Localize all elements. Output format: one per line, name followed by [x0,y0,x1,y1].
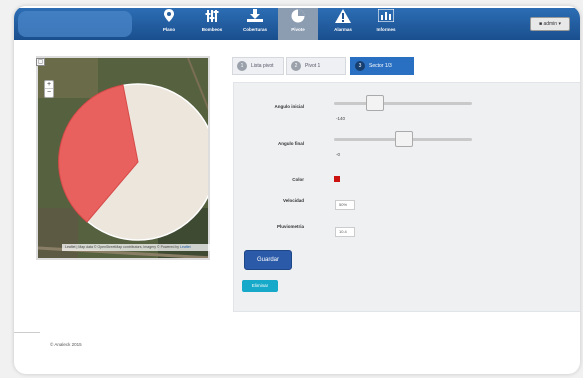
rain-input[interactable]: 10.4 [335,227,355,237]
layers-icon[interactable]: ▢ [36,58,45,66]
user-icon: ■ [539,21,543,27]
nav-item-informes[interactable]: Informes [366,8,406,40]
caret-down-icon: ▾ [558,21,561,27]
angle-start-slider[interactable] [334,102,472,105]
pivot-map-svg [38,58,208,258]
zoom-out-button[interactable]: − [45,89,53,97]
color-label: Color [292,177,304,182]
step-label: Sector 1/3 [369,63,392,69]
zoom-in-button[interactable]: + [45,81,53,89]
satellite-map[interactable] [36,56,210,260]
step-label: Lista pivot [251,63,274,69]
nav-item-alarmas[interactable]: Alarmas [323,8,363,40]
speed-input[interactable]: 50% [335,200,355,210]
user-menu-button[interactable]: ■ admin ▾ [530,17,570,31]
speed-label: Velocidad [282,198,304,203]
angle-start-handle[interactable] [365,95,384,111]
nav-label: Alarmas [334,27,352,32]
color-picker-swatch[interactable] [334,176,340,182]
save-button[interactable]: Guardar [244,250,292,270]
nav-label: Pivote [291,27,305,32]
angle-start-label: Angulo inicial [274,104,304,109]
map-attribution: Leaflet | Map data © OpenStreetMap contr… [62,244,210,251]
user-menu-label: admin [543,21,558,27]
step-lista-pivot[interactable]: 1 Lista pivot [232,57,284,75]
angle-end-label: Angulo final [278,141,304,146]
footer-divider [14,332,40,333]
step-number: 2 [291,61,301,71]
warning-icon [323,8,363,26]
step-number: 3 [355,61,365,71]
app-window: Plano Bombeos Coberturas Pivote Alarmas [14,6,580,374]
attribution-prefix: Powered by [160,245,180,249]
nav-item-coberturas[interactable]: Coberturas [235,8,275,40]
nav-label: Informes [376,27,396,32]
step-sector[interactable]: 3 Sector 1/3 [350,57,414,75]
attribution-text: Leaflet | Map data © OpenStreetMap contr… [65,245,160,249]
attribution-link[interactable]: Leaflet [180,245,191,249]
delete-button[interactable]: Eliminar [242,280,278,292]
sector-form-panel [233,82,580,312]
pie-chart-icon [278,8,318,26]
step-number: 1 [237,61,247,71]
angle-start-value: -140 [336,116,346,121]
nav-label: Bombeos [201,27,223,32]
nav-label: Coberturas [242,27,267,32]
download-tray-icon [235,8,275,26]
angle-end-value: -0 [336,152,341,157]
nav-item-pivote[interactable]: Pivote [278,8,318,40]
nav-item-bombeos[interactable]: Bombeos [192,8,232,40]
nav-label: Plano [162,27,176,32]
top-navbar: Plano Bombeos Coberturas Pivote Alarmas [14,8,580,40]
step-label: Pivot 1 [305,63,321,69]
rain-label: Pluviometria [276,224,304,229]
step-pivot[interactable]: 2 Pivot 1 [286,57,346,75]
map-marker-icon [149,8,189,26]
footer-copyright: © Analeck 2015 [50,342,82,347]
bar-chart-icon [366,8,406,26]
brand-logo[interactable] [18,11,132,37]
angle-end-handle[interactable] [394,131,413,147]
sliders-icon [192,8,232,26]
nav-item-plano[interactable]: Plano [149,8,189,40]
zoom-control: + − [44,80,54,98]
